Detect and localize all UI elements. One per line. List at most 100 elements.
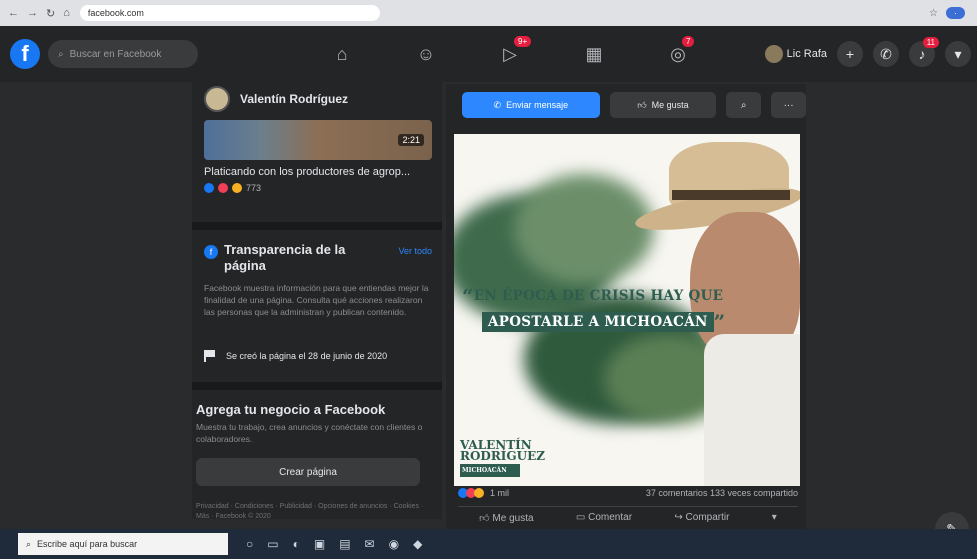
forward-icon[interactable]: → [27, 7, 38, 20]
profile-pill[interactable]: · [946, 7, 965, 19]
care-reaction-icon [232, 183, 242, 193]
hat-band [672, 190, 790, 200]
page-name: Valentín Rodríguez [240, 92, 349, 106]
back-icon[interactable]: ← [8, 7, 19, 20]
home-icon[interactable]: ⌂ [63, 7, 70, 20]
post-card: “EN ÉPOCA DE CRISIS HAY QUE APOSTARLE A … [446, 126, 806, 559]
app-icon[interactable]: ◆ [413, 537, 422, 551]
groups-badge: 7 [682, 36, 695, 47]
video-reactions[interactable]: 773 [204, 183, 261, 193]
edge-icon[interactable]: ◐ [293, 537, 300, 551]
store-icon[interactable]: ▤ [339, 537, 350, 551]
facebook-search[interactable]: ⌕ Buscar en Facebook [48, 40, 198, 68]
header-right: Lic Rafa + ✆ ♪ 11 ▾ [764, 26, 971, 82]
transparency-title: Transparencia de la página [224, 242, 346, 273]
send-message-label: Enviar mensaje [506, 100, 569, 110]
share-icon: ↪ [674, 512, 686, 523]
facebook-info-icon: f [204, 245, 218, 259]
account-chevron-down-icon[interactable]: ▾ [945, 41, 971, 67]
reload-icon[interactable]: ↻ [46, 7, 55, 20]
profile-name: Lic Rafa [786, 48, 827, 60]
cortana-icon[interactable]: ○ [246, 537, 253, 551]
search-icon: ⌕ [740, 99, 747, 111]
watch-nav-icon[interactable]: ▷ 9+ [468, 26, 552, 82]
page-header[interactable]: Valentín Rodríguez [204, 86, 348, 112]
section-divider [192, 382, 442, 390]
home-nav-icon[interactable]: ⌂ [300, 26, 384, 82]
chrome-icon[interactable]: ◉ [389, 537, 399, 551]
search-icon: ⌕ [58, 48, 64, 60]
post-comment-button[interactable]: ▭ Comentar [576, 512, 632, 524]
see-all-link[interactable]: Ver todo [398, 246, 432, 256]
page-action-bar: ✆ Enviar mensaje 👍︎ Me gusta ⌕ ··· [446, 84, 807, 126]
task-view-icon[interactable]: ▭ [267, 537, 278, 551]
profile-chip[interactable]: Lic Rafa [764, 45, 827, 63]
post-like-button[interactable]: 👍︎ Me gusta [479, 512, 533, 524]
friends-nav-icon[interactable]: ☺ [384, 26, 468, 82]
page-search-button[interactable]: ⌕ [726, 92, 762, 118]
post-divider [458, 506, 798, 507]
more-icon: ··· [783, 99, 794, 111]
section-divider [192, 222, 442, 230]
mail-icon[interactable]: ✉ [365, 537, 375, 551]
transparency-section: f Transparencia de la página Ver todo Fa… [204, 242, 432, 318]
main-nav: ⌂ ☺ ▷ 9+ ▦ ◎ 7 [300, 26, 720, 82]
notifications-bell-icon[interactable]: ♪ 11 [909, 37, 939, 67]
thumbs-up-icon: 👍︎ [637, 99, 647, 110]
create-plus-icon[interactable]: + [837, 41, 863, 67]
foliage-shape [514, 174, 654, 284]
video-title[interactable]: Platicando con los productores de agrop.… [204, 166, 410, 178]
browser-nav: ← → ↻ ⌂ [8, 7, 70, 20]
post-share-button[interactable]: ↪ Compartir [674, 512, 729, 524]
open-quote: “ [462, 284, 474, 308]
like-page-button[interactable]: 👍︎ Me gusta [609, 92, 717, 118]
address-bar[interactable]: facebook.com [79, 5, 380, 21]
send-message-button[interactable]: ✆ Enviar mensaje [462, 92, 600, 118]
quote-line-1: EN ÉPOCA DE CRISIS HAY QUE [473, 288, 724, 304]
add-business-description: Muestra tu trabajo, crea anuncios y coné… [196, 422, 423, 444]
like-page-label: Me gusta [651, 100, 689, 110]
create-page-button[interactable]: Crear página [196, 458, 420, 486]
watermark-logo: VALENTÍN RODRÍGUEZ MICHOACÁN [460, 439, 546, 477]
add-business-section: Agrega tu negocio a Facebook Muestra tu … [196, 402, 434, 445]
like-reaction-icon [204, 183, 214, 193]
footer-links[interactable]: Privacidad · Condiciones · Publicidad · … [196, 502, 426, 522]
love-reaction-icon [218, 183, 228, 193]
taskbar-search[interactable]: ⌕ Escribe aquí para buscar [18, 533, 228, 555]
facebook-header: f ⌕ Buscar en Facebook ⌂ ☺ ▷ 9+ ▦ ◎ 7 Lic … [0, 26, 977, 82]
facebook-logo[interactable]: f [10, 39, 40, 69]
browser-toolbar: ← → ↻ ⌂ facebook.com ☆ · [0, 0, 977, 26]
comments-shares-count[interactable]: 37 comentarios 133 veces compartido [646, 488, 798, 498]
taskbar-search-placeholder: Escribe aquí para buscar [37, 539, 138, 549]
messenger-icon[interactable]: ✆ [873, 41, 899, 67]
page-sidebar: Valentín Rodríguez 2:21 Platicando con l… [192, 82, 442, 522]
care-reaction-icon [474, 488, 484, 498]
video-thumbnail[interactable]: 2:21 [204, 120, 432, 160]
transparency-description: Facebook muestra información para que en… [204, 283, 429, 317]
video-duration: 2:21 [398, 134, 424, 146]
page-created-info: Se creó la página el 28 de junio de 2020 [204, 350, 387, 362]
post-image[interactable]: “EN ÉPOCA DE CRISIS HAY QUE APOSTARLE A … [454, 134, 800, 486]
post-quote: “EN ÉPOCA DE CRISIS HAY QUE APOSTARLE A … [462, 284, 725, 334]
add-business-title: Agrega tu negocio a Facebook [196, 402, 386, 417]
groups-nav-icon[interactable]: ◎ 7 [636, 26, 720, 82]
url-text: facebook.com [87, 8, 144, 18]
audience-selector[interactable]: ▾ [772, 512, 777, 524]
file-explorer-icon[interactable]: ▣ [314, 537, 325, 551]
post-reactions-count[interactable]: 1 mil [490, 488, 509, 498]
more-options-button[interactable]: ··· [771, 92, 807, 118]
post-actions: 👍︎ Me gusta ▭ Comentar ↪ Compartir ▾ [458, 512, 798, 524]
marketplace-nav-icon[interactable]: ▦ [552, 26, 636, 82]
taskbar-apps: ○ ▭ ◐ ▣ ▤ ✉ ◉ ◆ [246, 537, 422, 551]
messenger-icon: ✆ [493, 99, 502, 110]
portrait-shirt [704, 334, 800, 486]
browser-extensions: ☆ · [929, 7, 977, 19]
watermark-line-2: RODRÍGUEZ [460, 449, 546, 463]
star-icon[interactable]: ☆ [929, 8, 938, 19]
notifications-badge: 11 [922, 37, 939, 48]
quote-line-2: APOSTARLE A MICHOACÁN [482, 312, 714, 332]
avatar [764, 45, 783, 63]
comment-icon: ▭ [575, 512, 589, 523]
search-icon: ⌕ [26, 538, 32, 549]
close-quote: ” [713, 310, 726, 334]
